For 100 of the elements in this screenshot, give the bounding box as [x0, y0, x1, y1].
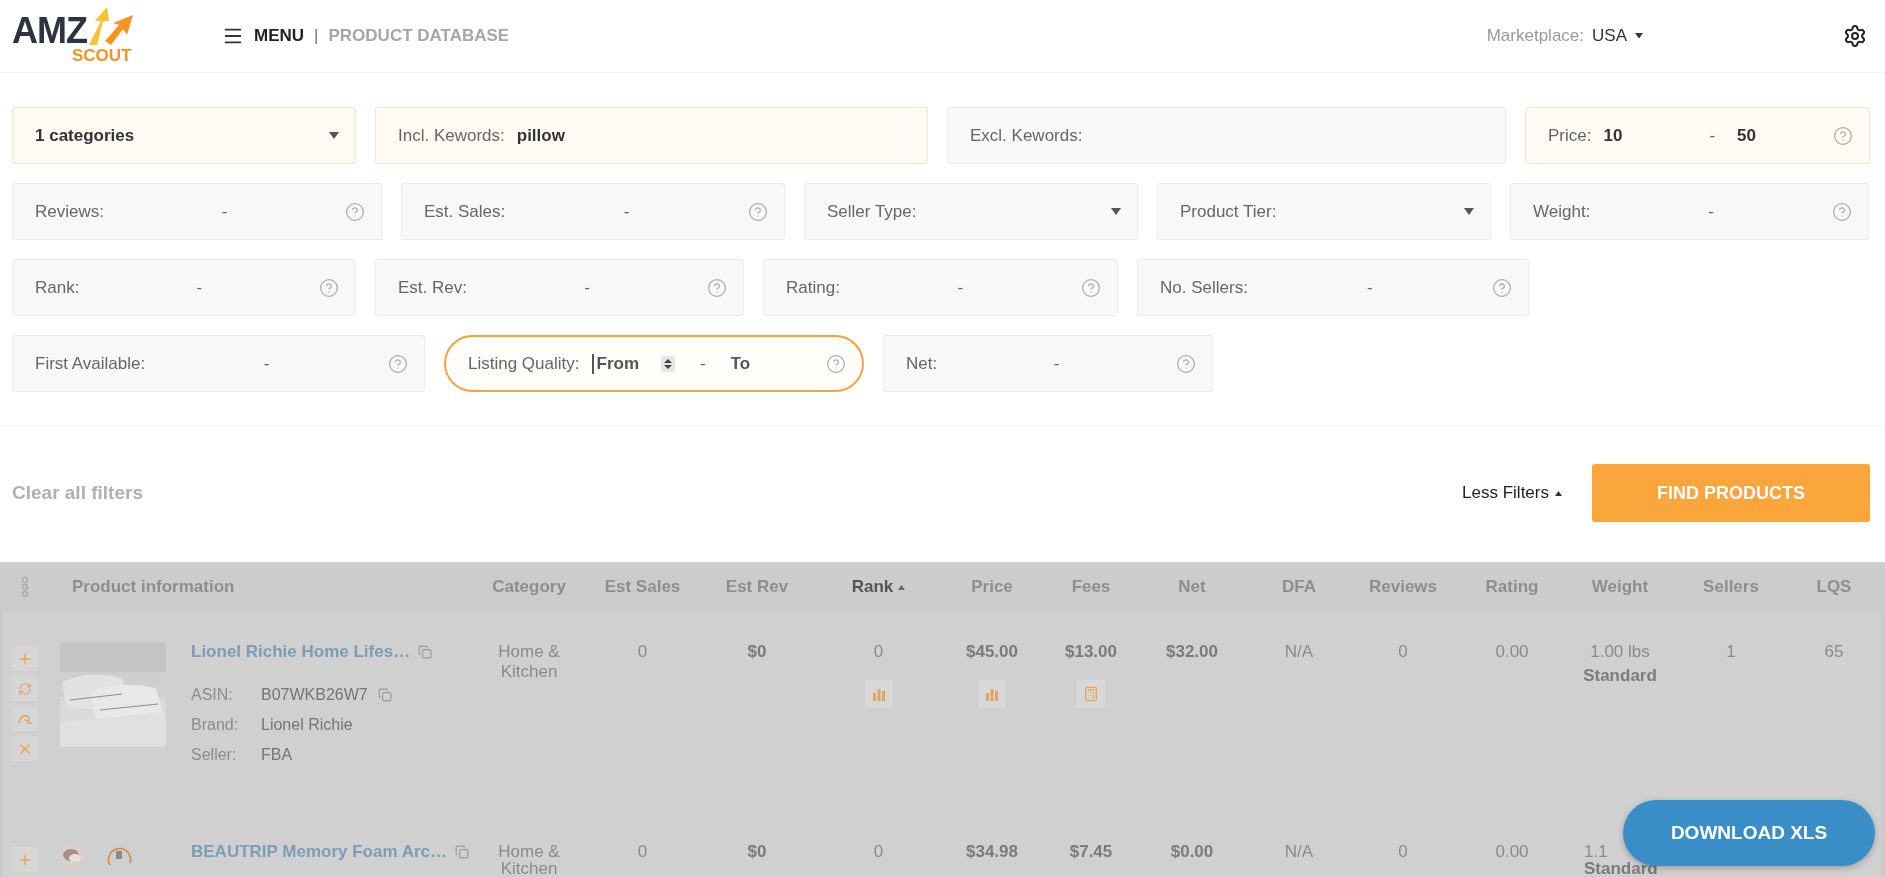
table-cell: 65 [1824, 642, 1844, 662]
filter-field[interactable]: Rank: - [12, 259, 356, 316]
settings-icon[interactable] [1843, 24, 1867, 48]
range-dash: - [221, 201, 228, 222]
filter-field[interactable]: Rating: - [763, 259, 1118, 316]
filter-label: Listing Quality: [468, 353, 580, 374]
range-dash: - [263, 353, 270, 374]
filter-dropdown[interactable]: Seller Type: [804, 183, 1138, 240]
table-cell: $32.00 [1166, 642, 1218, 662]
range-dash: - [699, 353, 706, 374]
table-cell: $13.00 [1065, 642, 1117, 662]
detail-label: Brand: [191, 716, 240, 734]
chart-button[interactable] [978, 680, 1006, 708]
help-icon[interactable] [345, 201, 365, 222]
copy-icon[interactable] [455, 844, 469, 859]
table-cell: 1.1 [1584, 843, 1608, 860]
marketplace-label: Marketplace: [1486, 26, 1585, 46]
table-cell: $0.00 [1170, 843, 1214, 860]
filter-field[interactable]: Weight: - [1510, 183, 1869, 240]
spinner-icon[interactable] [660, 355, 675, 372]
sort-caret-icon [898, 584, 906, 590]
table-cell: 0 [637, 642, 648, 662]
calculator-icon [1083, 686, 1099, 702]
help-icon[interactable] [748, 201, 768, 222]
to-field[interactable]: To [727, 353, 791, 374]
filter-field[interactable]: Price: 10 - 50 [1525, 107, 1870, 164]
filter-label: Product Tier: [1180, 201, 1277, 222]
caret-icon [1111, 208, 1121, 215]
page-title: PRODUCT DATABASE [328, 26, 510, 46]
range-dash: - [623, 201, 630, 222]
calculator-button[interactable] [1077, 680, 1105, 708]
filter-field[interactable]: Reviews: - [12, 183, 382, 240]
filter-label: First Available: [35, 353, 146, 374]
range-dash: - [1708, 201, 1714, 222]
caret-icon [1635, 33, 1643, 39]
table-cell: 0 [873, 642, 884, 662]
help-icon[interactable] [1833, 125, 1853, 146]
table-cell: N/A [1284, 843, 1314, 860]
remove-button[interactable] [12, 736, 38, 761]
table-cell: $7.45 [1069, 843, 1113, 860]
caret-icon [329, 132, 339, 139]
from-field[interactable]: From [591, 353, 657, 374]
filter-field[interactable]: Est. Rev: - [375, 259, 744, 316]
filter-dropdown[interactable]: Product Tier: [1157, 183, 1491, 240]
filter-field[interactable]: No. Sellers: - [1137, 259, 1529, 316]
table-cell: $45.00 [966, 642, 1018, 662]
range-dash: - [1053, 353, 1060, 374]
help-icon[interactable] [1832, 201, 1852, 222]
refresh-button[interactable] [12, 676, 38, 701]
filter-label: No. Sellers: [1160, 277, 1248, 298]
table-cell: $0 [747, 642, 767, 662]
detail-value: B07WKB26W7 [261, 686, 368, 704]
filter-label: Est. Rev: [398, 277, 467, 298]
menu-link[interactable]: MENU [254, 26, 305, 46]
table-cell: 0 [873, 843, 884, 860]
help-icon[interactable] [707, 277, 727, 298]
chart-button[interactable] [864, 680, 893, 708]
marketplace-select[interactable]: USA [1592, 26, 1627, 46]
copy-icon[interactable] [418, 645, 433, 659]
range-dash: - [957, 277, 964, 298]
detail-value: Lionel Richie [261, 716, 354, 734]
filter-dropdown[interactable]: 1 categories [12, 107, 356, 164]
logo-text: SCOUT [72, 47, 132, 65]
filter-label: Net: [906, 353, 938, 374]
table-cell: $0 [747, 843, 767, 860]
filter-field[interactable]: Est. Sales: - [401, 183, 785, 240]
bar-chart-icon [985, 687, 999, 701]
add-button[interactable] [12, 847, 38, 872]
kebab-icon[interactable] [21, 576, 29, 598]
size-tier-label: Standard [1583, 666, 1657, 686]
caret-icon [1555, 490, 1562, 496]
help-icon[interactable] [388, 353, 408, 374]
range-dash: - [584, 277, 590, 298]
curve-button[interactable] [12, 706, 38, 731]
detail-label: ASIN: [191, 686, 234, 704]
add-button[interactable] [12, 646, 38, 671]
filter-field[interactable]: First Available: - [12, 335, 425, 392]
to-value: 50 [1737, 125, 1756, 146]
filter-label: Weight: [1533, 201, 1591, 222]
table-cell: $34.98 [966, 843, 1018, 860]
logo-arrows-icon [87, 7, 135, 47]
copy-icon[interactable] [377, 688, 392, 702]
filter-field[interactable]: Incl. Kewords: pillow [375, 107, 928, 164]
filter-label: Seller Type: [827, 201, 917, 222]
help-icon[interactable] [1081, 277, 1101, 298]
column-header[interactable]: Rank [817, 577, 940, 597]
table-cell: N/A [1284, 642, 1314, 662]
help-icon[interactable] [1492, 277, 1512, 298]
help-icon[interactable] [1176, 353, 1196, 374]
filter-label: Reviews: [35, 201, 104, 222]
filter-field[interactable]: Listing Quality: From - To [444, 335, 864, 392]
less-filters-toggle[interactable]: Less Filters [1462, 483, 1562, 503]
filter-field[interactable]: Net: - [883, 335, 1213, 392]
help-icon[interactable] [826, 353, 846, 374]
filter-value: pillow [516, 125, 565, 146]
caret-icon [1464, 208, 1474, 215]
help-icon[interactable] [319, 277, 339, 298]
from-value: 10 [1603, 125, 1623, 146]
range-dash: - [1367, 277, 1373, 298]
filter-field[interactable]: Excl. Kewords: [947, 107, 1506, 164]
